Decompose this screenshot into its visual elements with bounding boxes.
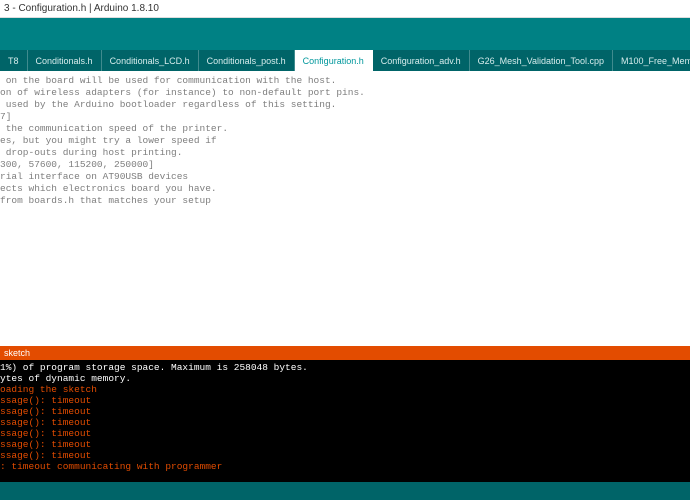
code-line: es, but you might try a lower speed if [0, 135, 690, 147]
code-editor[interactable]: on the board will be used for communicat… [0, 71, 690, 346]
code-line: ects which electronics board you have. [0, 183, 690, 195]
tab-configuration-adv-h[interactable]: Configuration_adv.h [373, 50, 470, 71]
console-line: ytes of dynamic memory. [0, 373, 690, 384]
tab-label: Conditionals_post.h [207, 56, 286, 66]
console-line: : timeout communicating with programmer [0, 461, 690, 472]
toolbar [0, 18, 690, 50]
tab-t8[interactable]: T8 [0, 50, 28, 71]
console-line: ssage(): timeout [0, 417, 690, 428]
console-output[interactable]: 1%) of program storage space. Maximum is… [0, 360, 690, 482]
console-line: 1%) of program storage space. Maximum is… [0, 362, 690, 373]
tab-configuration-h[interactable]: Configuration.h [295, 50, 373, 71]
console-line: ssage(): timeout [0, 395, 690, 406]
code-line: 7] [0, 111, 690, 123]
status-text: sketch [4, 348, 30, 358]
tab-label: Configuration_adv.h [381, 56, 461, 66]
tab-g26-mesh-validation-tool-cpp[interactable]: G26_Mesh_Validation_Tool.cpp [470, 50, 613, 71]
console-line: ssage(): timeout [0, 450, 690, 461]
tab-label: Configuration.h [303, 56, 364, 66]
tab-m100-free-mem-chk-cpp[interactable]: M100_Free_Mem_Chk.cpp [613, 50, 690, 71]
code-line: on of wireless adapters (for instance) t… [0, 87, 690, 99]
console-line: ssage(): timeout [0, 439, 690, 450]
code-line: from boards.h that matches your setup [0, 195, 690, 207]
tab-conditionals-post-h[interactable]: Conditionals_post.h [199, 50, 295, 71]
window-titlebar: 3 - Configuration.h | Arduino 1.8.10 [0, 0, 690, 18]
tab-bar: T8 Conditionals.h Conditionals_LCD.h Condit… [0, 50, 690, 71]
tab-label: M100_Free_Mem_Chk.cpp [621, 56, 690, 66]
tab-conditionals-lcd-h[interactable]: Conditionals_LCD.h [102, 50, 199, 71]
tab-label: T8 [8, 56, 19, 66]
tab-conditionals-h[interactable]: Conditionals.h [28, 50, 102, 71]
code-line: 300, 57600, 115200, 250000] [0, 159, 690, 171]
code-line: the communication speed of the printer. [0, 123, 690, 135]
console-line: ssage(): timeout [0, 406, 690, 417]
tab-label: G26_Mesh_Validation_Tool.cpp [478, 56, 604, 66]
footer-bar [0, 482, 690, 500]
console-line: oading the sketch [0, 384, 690, 395]
status-bar: sketch [0, 346, 690, 360]
tab-label: Conditionals.h [36, 56, 93, 66]
console-line: ssage(): timeout [0, 428, 690, 439]
code-line: used by the Arduino bootloader regardles… [0, 99, 690, 111]
code-line: on the board will be used for communicat… [0, 75, 690, 87]
window-title: 3 - Configuration.h | Arduino 1.8.10 [4, 3, 159, 14]
code-line: drop-outs during host printing. [0, 147, 690, 159]
code-line: rial interface on AT90USB devices [0, 171, 690, 183]
tab-label: Conditionals_LCD.h [110, 56, 190, 66]
